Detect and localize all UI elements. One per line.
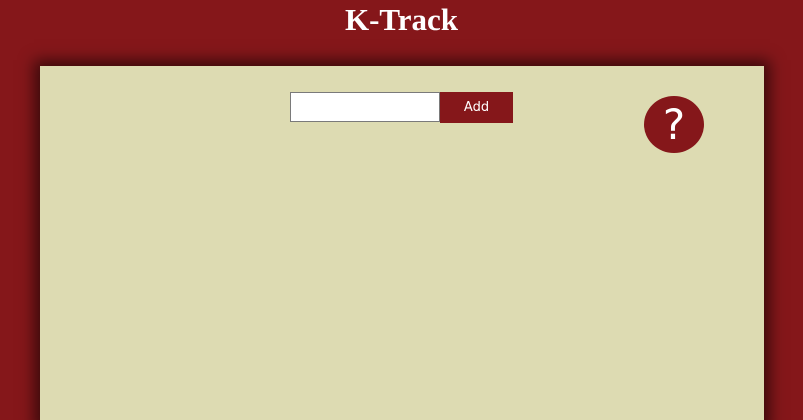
app-title: K-Track [344,2,459,37]
item-input[interactable] [290,92,440,122]
question-mark-icon: ? [662,99,686,149]
help-button[interactable]: ? [644,96,704,153]
add-item-form: Add [290,92,513,124]
main-panel: Add ? [40,66,764,420]
add-button[interactable]: Add [440,92,513,123]
